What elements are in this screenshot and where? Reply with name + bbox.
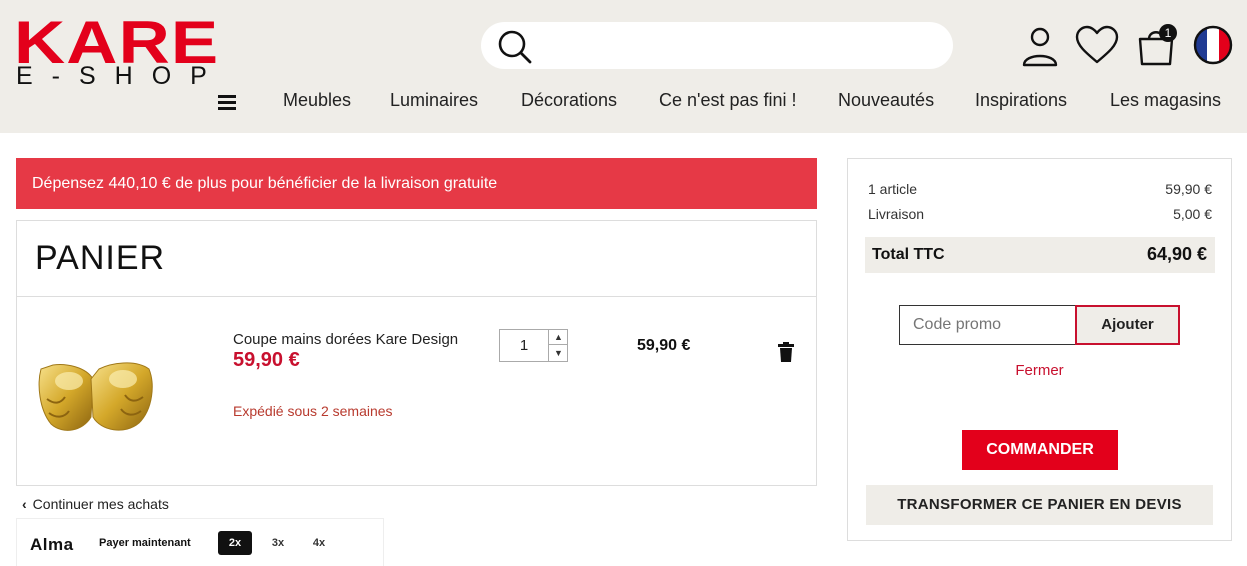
divider: [17, 296, 816, 297]
shipping-delay: Expédié sous 2 semaines: [233, 403, 393, 419]
summary-shipping-label: Livraison: [868, 206, 925, 222]
main-nav: Meubles Luminaires Décorations Ce n'est …: [0, 90, 1247, 116]
quantity-stepper[interactable]: 1 ▲ ▼: [499, 329, 568, 362]
chevron-up-icon[interactable]: ▲: [549, 330, 568, 345]
chevron-down-icon[interactable]: ▼: [549, 346, 568, 361]
nav-decorations[interactable]: Décorations: [521, 90, 617, 111]
promo-close-link[interactable]: Fermer: [848, 362, 1231, 379]
alma-payment-widget: Alma Payer maintenant 2x 3x 4x: [16, 518, 384, 566]
nav-les-magasins[interactable]: Les magasins: [1110, 90, 1221, 111]
quantity-input[interactable]: 1: [500, 330, 548, 361]
line-total: 59,90 €: [637, 337, 691, 354]
alma-pay-now[interactable]: Payer maintenant: [99, 537, 191, 549]
product-name[interactable]: Coupe mains dorées Kare Design: [233, 331, 458, 348]
alma-option-2x[interactable]: 2x: [218, 531, 252, 555]
user-icon[interactable]: [1019, 25, 1063, 69]
alma-option-4x[interactable]: 4x: [302, 531, 336, 555]
nav-ce-nest-pas-fini[interactable]: Ce n'est pas fini !: [659, 90, 797, 111]
summary-total-value: 64,90 €: [1146, 244, 1207, 264]
summary-total-label: Total TTC: [872, 246, 945, 263]
summary-shipping-row: Livraison 5,00 €: [868, 206, 1212, 222]
summary-articles-row: 1 article 59,90 €: [868, 181, 1212, 197]
trash-icon[interactable]: [778, 342, 794, 362]
site-header: KARE E-SHOP 1 Meubles Luminaires Décorat…: [0, 0, 1247, 133]
continue-shopping-label: Continuer mes achats: [32, 496, 169, 512]
nav-meubles[interactable]: Meubles: [283, 90, 351, 111]
summary-shipping-value: 5,00 €: [1173, 206, 1212, 222]
promo-add-button[interactable]: Ajouter: [1075, 305, 1180, 345]
promo-code-input[interactable]: [899, 305, 1076, 345]
page-title: PANIER: [35, 239, 166, 277]
quote-button[interactable]: TRANSFORMER CE PANIER EN DEVIS: [866, 485, 1213, 525]
order-button[interactable]: COMMANDER: [962, 430, 1118, 470]
summary-articles-value: 59,90 €: [1165, 181, 1212, 197]
nav-inspirations[interactable]: Inspirations: [975, 90, 1067, 111]
product-price: 59,90 €: [233, 349, 300, 371]
summary-total-row: Total TTC 64,90 €: [865, 237, 1215, 273]
nav-nouveautes[interactable]: Nouveautés: [838, 90, 934, 111]
cart-count-badge: 1: [1159, 24, 1177, 42]
kare-logo[interactable]: KARE E-SHOP: [14, 9, 246, 91]
product-image[interactable]: [31, 339, 161, 439]
cart-panel: PANIER Coupe mains dorées Kare Design 59…: [16, 220, 817, 486]
quantity-arrows: ▲ ▼: [548, 330, 568, 361]
free-shipping-banner: Dépensez 440,10 € de plus pour bénéficie…: [16, 158, 817, 209]
heart-icon[interactable]: [1075, 24, 1119, 68]
search-bar[interactable]: [481, 22, 953, 69]
search-icon[interactable]: [497, 29, 533, 65]
nav-luminaires[interactable]: Luminaires: [390, 90, 478, 111]
alma-option-3x[interactable]: 3x: [261, 531, 295, 555]
chevron-left-icon: ‹: [22, 496, 27, 512]
flag-fr-icon[interactable]: [1193, 25, 1233, 65]
cart-button[interactable]: 1: [1136, 24, 1180, 69]
alma-logo: Alma: [30, 535, 74, 554]
order-summary: 1 article 59,90 € Livraison 5,00 € Total…: [847, 158, 1232, 541]
summary-articles-label: 1 article: [868, 181, 918, 197]
logo-main-text: KARE: [14, 9, 220, 76]
continue-shopping-link[interactable]: ‹ Continuer mes achats: [22, 496, 169, 512]
logo-sub-text: E-SHOP: [16, 62, 226, 90]
